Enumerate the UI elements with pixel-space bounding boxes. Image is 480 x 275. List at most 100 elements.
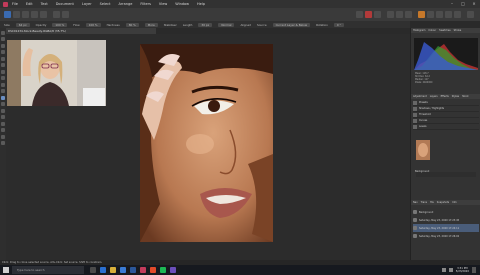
smudge-icon[interactable] [1, 121, 5, 126]
photo-canvas[interactable] [140, 44, 273, 242]
marquee-icon[interactable] [1, 63, 5, 67]
tab-swatches[interactable]: Swatches [439, 29, 450, 32]
pen-icon[interactable] [1, 128, 5, 132]
move-tool-icon[interactable] [1, 30, 5, 35]
menu-view[interactable]: View [159, 2, 167, 6]
edge-icon[interactable] [100, 267, 106, 273]
tab-effects[interactable]: Effects [441, 95, 449, 98]
selection-subtract-icon[interactable] [445, 11, 452, 18]
snapshot-row[interactable]: Saturday, May 23, 2020 17:23:45 [413, 216, 479, 224]
align-icon[interactable] [387, 11, 394, 18]
snapshot-row[interactable]: Saturday, May 23, 2020 17:26:02 [413, 232, 479, 240]
healing-brush-icon[interactable] [1, 102, 5, 106]
menu-help[interactable]: Help [197, 2, 205, 6]
menu-file[interactable]: File [12, 2, 18, 6]
windows-start-icon[interactable] [3, 267, 9, 273]
tab-styles[interactable]: Styles [452, 95, 459, 98]
tab-adjustment[interactable]: Adjustment [413, 95, 427, 98]
menu-filters[interactable]: Filters [140, 2, 151, 6]
histogram-plot [414, 42, 478, 70]
blend-mode-select[interactable]: Normal [218, 22, 235, 27]
length-field[interactable]: 30 px [198, 22, 213, 27]
rotation-field[interactable]: 0 ° [333, 22, 344, 27]
flow-field[interactable]: 100 % [85, 22, 101, 27]
menu-window[interactable]: Window [175, 2, 189, 6]
chrome-icon[interactable] [150, 267, 156, 273]
tab-stroke[interactable]: Stroke [454, 29, 462, 32]
tab-history[interactable]: His [430, 201, 434, 204]
menu-text[interactable]: Text [41, 2, 48, 6]
menu-edit[interactable]: Edit [26, 2, 33, 6]
selection-intersect-icon[interactable] [454, 11, 461, 18]
spotify-icon[interactable] [160, 267, 166, 273]
tab-transform[interactable]: Trans [421, 201, 427, 204]
tab-snapshots[interactable]: Snapshots [437, 201, 449, 204]
opacity-field[interactable]: 100 % [52, 22, 68, 27]
menu-layer[interactable]: Layer [82, 2, 92, 6]
minimize-icon[interactable]: – [449, 1, 455, 6]
export-persona-icon[interactable] [40, 11, 47, 18]
task-view-icon[interactable] [90, 267, 96, 273]
layer-name[interactable]: Background [415, 170, 429, 173]
stabiliser-checkbox[interactable]: Stabiliser [164, 23, 177, 27]
shape-icon[interactable] [1, 134, 5, 139]
order-front-icon[interactable] [405, 11, 412, 18]
menu-document[interactable]: Document [56, 2, 74, 6]
liquify-persona-icon[interactable] [13, 11, 20, 18]
gradient-icon[interactable] [1, 82, 5, 87]
hardness-field[interactable]: 80 % [125, 22, 139, 27]
network-icon[interactable] [441, 268, 446, 272]
tone-map-persona-icon[interactable] [31, 11, 38, 18]
zoom-icon[interactable] [62, 11, 69, 18]
record-macro-icon[interactable] [365, 11, 372, 18]
tab-layers[interactable]: Layers [430, 95, 438, 98]
word-icon[interactable] [130, 267, 136, 273]
size-field[interactable]: 64 px [15, 22, 30, 27]
snapshot-row[interactable]: Background [413, 208, 479, 216]
adjustment-item[interactable]: Levels [413, 124, 479, 130]
clock[interactable]: 3:31 PM 5/23/2020 [456, 267, 469, 273]
view-tool-icon-side[interactable] [1, 37, 5, 41]
view-tool-icon[interactable] [53, 11, 60, 18]
affinity-photo-icon[interactable] [140, 267, 146, 273]
volume-icon[interactable] [448, 268, 453, 272]
maximize-icon[interactable]: □ [460, 1, 466, 6]
assistant-icon[interactable] [374, 11, 381, 18]
erase-icon[interactable] [1, 89, 5, 93]
snapping-icon[interactable] [418, 11, 425, 18]
flood-fill-icon[interactable] [1, 76, 5, 80]
store-icon[interactable] [120, 267, 126, 273]
tab-colour[interactable]: Colour [428, 29, 436, 32]
selection-mode-icon[interactable] [427, 11, 434, 18]
user-icon[interactable] [467, 11, 474, 18]
selection-add-icon[interactable] [436, 11, 443, 18]
quick-mask-icon[interactable] [356, 11, 363, 18]
develop-persona-icon[interactable] [22, 11, 29, 18]
text-icon[interactable] [1, 141, 5, 145]
snapshot-row-selected[interactable]: Saturday, May 23, 2020 17:24:11 [413, 224, 479, 232]
app-icon[interactable] [170, 267, 176, 273]
tab-stock[interactable]: Stock [462, 95, 469, 98]
aligned-checkbox[interactable]: Aligned [240, 23, 251, 27]
order-back-icon[interactable] [396, 11, 403, 18]
photo-persona-icon[interactable] [4, 11, 11, 18]
tab-navigator[interactable]: Nav [413, 201, 418, 204]
burn-icon[interactable] [1, 115, 5, 119]
file-explorer-icon[interactable] [110, 267, 116, 273]
colour-picker-icon[interactable] [1, 43, 5, 48]
webcam-overlay [7, 40, 106, 106]
tab-info[interactable]: Info [452, 201, 457, 204]
more-button[interactable]: More [144, 22, 158, 27]
menu-arrange[interactable]: Arrange [118, 2, 132, 6]
crop-icon[interactable] [1, 69, 5, 74]
tab-histogram[interactable]: Histogram [413, 29, 425, 32]
selection-brush-icon[interactable] [1, 56, 5, 61]
source-select[interactable]: Current Layer & Below [272, 22, 311, 27]
paint-brush-icon[interactable] [1, 50, 5, 54]
taskbar-search-input[interactable]: Type here to search [12, 266, 84, 274]
close-icon[interactable]: × [471, 1, 477, 6]
dodge-icon[interactable] [1, 108, 5, 113]
notifications-icon[interactable] [472, 267, 476, 273]
clone-brush-icon[interactable] [1, 95, 5, 100]
menu-select[interactable]: Select [100, 2, 111, 6]
